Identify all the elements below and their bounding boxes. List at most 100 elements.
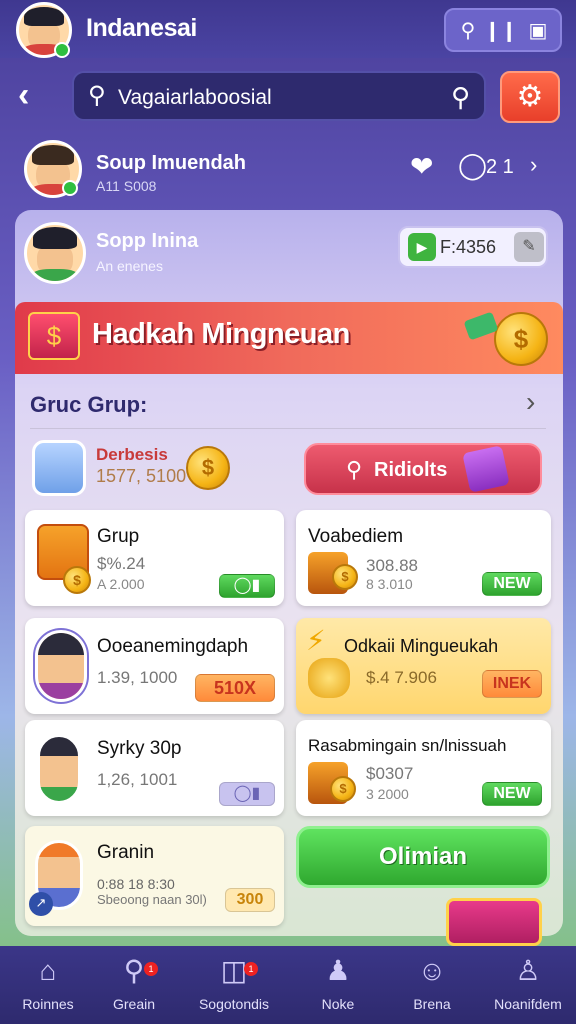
gold-nugget-icon <box>308 658 350 698</box>
edit-icon[interactable]: ✎ <box>514 232 544 262</box>
gift-box-icon: $ <box>28 312 80 360</box>
card-sub: 3 2000 <box>366 786 409 802</box>
coin-icon: $ <box>330 776 356 802</box>
nav-label: Greain <box>112 996 156 1012</box>
card-value: 1,26, 1001 <box>97 770 178 789</box>
profile-icon: ♙ <box>515 955 541 986</box>
nav-item-search[interactable]: ⚲ Greain 1 <box>86 954 182 1012</box>
search-icon: ⚲ <box>88 82 106 109</box>
notification-badge: 1 <box>144 962 158 976</box>
chevron-right-icon[interactable]: › <box>530 152 537 178</box>
new-badge[interactable]: NEW <box>482 782 542 806</box>
link-icon[interactable]: ↗ <box>29 892 53 916</box>
nav-item-profile[interactable]: ♙ Noanifdem <box>480 954 576 1012</box>
heart-icon[interactable]: ❤ <box>410 150 433 183</box>
top-action-group: ⚲ ❙❙ ▣ <box>444 8 562 52</box>
search-input[interactable]: Vagaiarlaboosial <box>118 86 272 110</box>
card-title: Grup <box>97 526 140 547</box>
grid-card[interactable]: $ Rasabmingain sn/lnissuah $0307 3 2000 … <box>296 720 551 816</box>
avatar <box>35 630 87 702</box>
coin-balance[interactable]: ▶ F:4356 ✎ <box>398 226 548 268</box>
coin-icon: $ <box>332 564 358 590</box>
grid-card[interactable]: ↗ Granin 0:88 18 8:30 Sbeoong naan 30l) … <box>25 826 284 926</box>
price-tag[interactable]: INEK <box>482 670 542 698</box>
card-value: $0307 <box>366 764 414 783</box>
chat-icon[interactable]: ⚲ <box>456 19 480 43</box>
search-icon: ⚲ <box>346 457 363 482</box>
nav-item-emotes[interactable]: ☺ Brena <box>384 954 480 1012</box>
toggle-badge[interactable]: ◯▮ <box>219 782 275 806</box>
grid-card[interactable]: Syrky 30p 1,26, 1001 ◯▮ <box>25 720 284 816</box>
avatar <box>37 734 81 804</box>
nav-item-friends[interactable]: ♟ Noke <box>290 954 386 1012</box>
coin-stack-icon: $ <box>494 312 548 366</box>
card-title: Granin <box>97 842 155 863</box>
play-icon: ▶ <box>408 233 436 261</box>
lightning-icon: ⚡ <box>306 625 326 656</box>
card-sub: A 2.000 <box>97 576 145 592</box>
promo-button[interactable]: ⚲ Ridiolts <box>304 443 542 495</box>
card-sub: Sbeoong naan 30l) <box>97 892 207 907</box>
card-value: 1.39, 1000 <box>97 668 178 687</box>
price-tag[interactable]: 300 <box>225 888 275 912</box>
card-title: Odkaii Mingueukah <box>344 636 499 656</box>
new-badge[interactable]: NEW <box>482 572 542 596</box>
toggle-badge[interactable]: ◯▮ <box>219 574 275 598</box>
coin-icon: $ <box>63 566 91 594</box>
smile-icon: ☺ <box>417 955 447 986</box>
friend-name[interactable]: Sopp Inina <box>96 230 198 253</box>
gift-icon <box>462 445 510 493</box>
deposit-amount: 1577, 5100 <box>96 466 187 486</box>
card-sub: 8 3.010 <box>366 576 413 592</box>
online-indicator <box>54 42 70 58</box>
coin-icon: $ <box>186 446 230 490</box>
back-button[interactable]: ‹ <box>18 78 48 114</box>
card-value: 308.88 <box>366 556 418 575</box>
user-plus-icon: ♟ <box>325 955 351 986</box>
cards-icon: ◫ <box>220 955 248 986</box>
card-value: $.4 7.906 <box>366 668 437 687</box>
promo-button-label: Ridiolts <box>374 459 448 481</box>
nav-item-cards[interactable]: ◫ Sogotondis 1 <box>186 954 282 1012</box>
action-button[interactable]: Olimian <box>296 826 550 888</box>
card-title: Voabediem <box>308 526 404 547</box>
grid-card[interactable]: Ooeanemingdaph 1.39, 1000 510X <box>25 618 284 714</box>
nav-item-home[interactable]: ⌂ Roinnes <box>0 954 96 1012</box>
notification-badge: 1 <box>244 962 258 976</box>
card-value: 0:88 18 8:30 <box>97 876 175 892</box>
friend-avatar[interactable] <box>24 222 86 284</box>
nav-label: Sogotondis <box>198 996 270 1012</box>
card-value: $%.24 <box>97 554 146 573</box>
jar-icon <box>32 440 86 496</box>
banner-title: Hadkah Mingneuan <box>92 318 350 350</box>
nav-label: Roinnes <box>22 996 74 1012</box>
price-tag[interactable]: 510X <box>195 674 275 702</box>
divider <box>30 428 546 429</box>
deposit-title: Derbesis <box>96 445 168 464</box>
grid-card[interactable]: $ Voabediem 308.88 8 3.010 NEW <box>296 510 551 606</box>
card-title: Syrky 30p <box>97 738 182 759</box>
card-title: Ooeanemingdaph <box>97 636 249 657</box>
bottle-icon: ◯ <box>458 150 488 180</box>
nav-label: Noke <box>321 996 355 1012</box>
card-title: Rasabmingain sn/lnissuah <box>308 736 507 755</box>
inbox-icon[interactable]: ▣ <box>526 19 550 43</box>
gift-box-icon <box>446 898 542 946</box>
settings-button[interactable]: ⚙ <box>500 71 560 123</box>
friend-status: An enenes <box>96 258 163 274</box>
grid-card[interactable]: ⚡ Odkaii Mingueukah $.4 7.906 INEK <box>296 618 551 714</box>
friend-count: 2 1 <box>486 156 514 178</box>
search-bar[interactable]: ⚲ Vagaiarlaboosial ⚲ <box>72 71 486 121</box>
app-title: Indanesai <box>86 14 197 42</box>
search-submit-icon[interactable]: ⚲ <box>451 82 470 113</box>
coin-amount: F:4356 <box>440 237 497 257</box>
bars-icon[interactable]: ❙❙ <box>484 19 518 43</box>
online-indicator <box>62 180 78 196</box>
nav-label: Noanifdem <box>494 996 562 1012</box>
grid-card[interactable]: $ Grup $%.24 A 2.000 ◯▮ <box>25 510 284 606</box>
bottom-nav: ⌂ Roinnes ⚲ Greain 1 ◫ Sogotondis 1 ♟ No… <box>0 946 576 1024</box>
friend-name[interactable]: Soup Imuendah <box>96 152 246 175</box>
friend-id: A11 S008 <box>96 178 157 194</box>
chevron-right-icon[interactable]: › <box>526 386 535 418</box>
nav-label: Brena <box>413 996 451 1012</box>
